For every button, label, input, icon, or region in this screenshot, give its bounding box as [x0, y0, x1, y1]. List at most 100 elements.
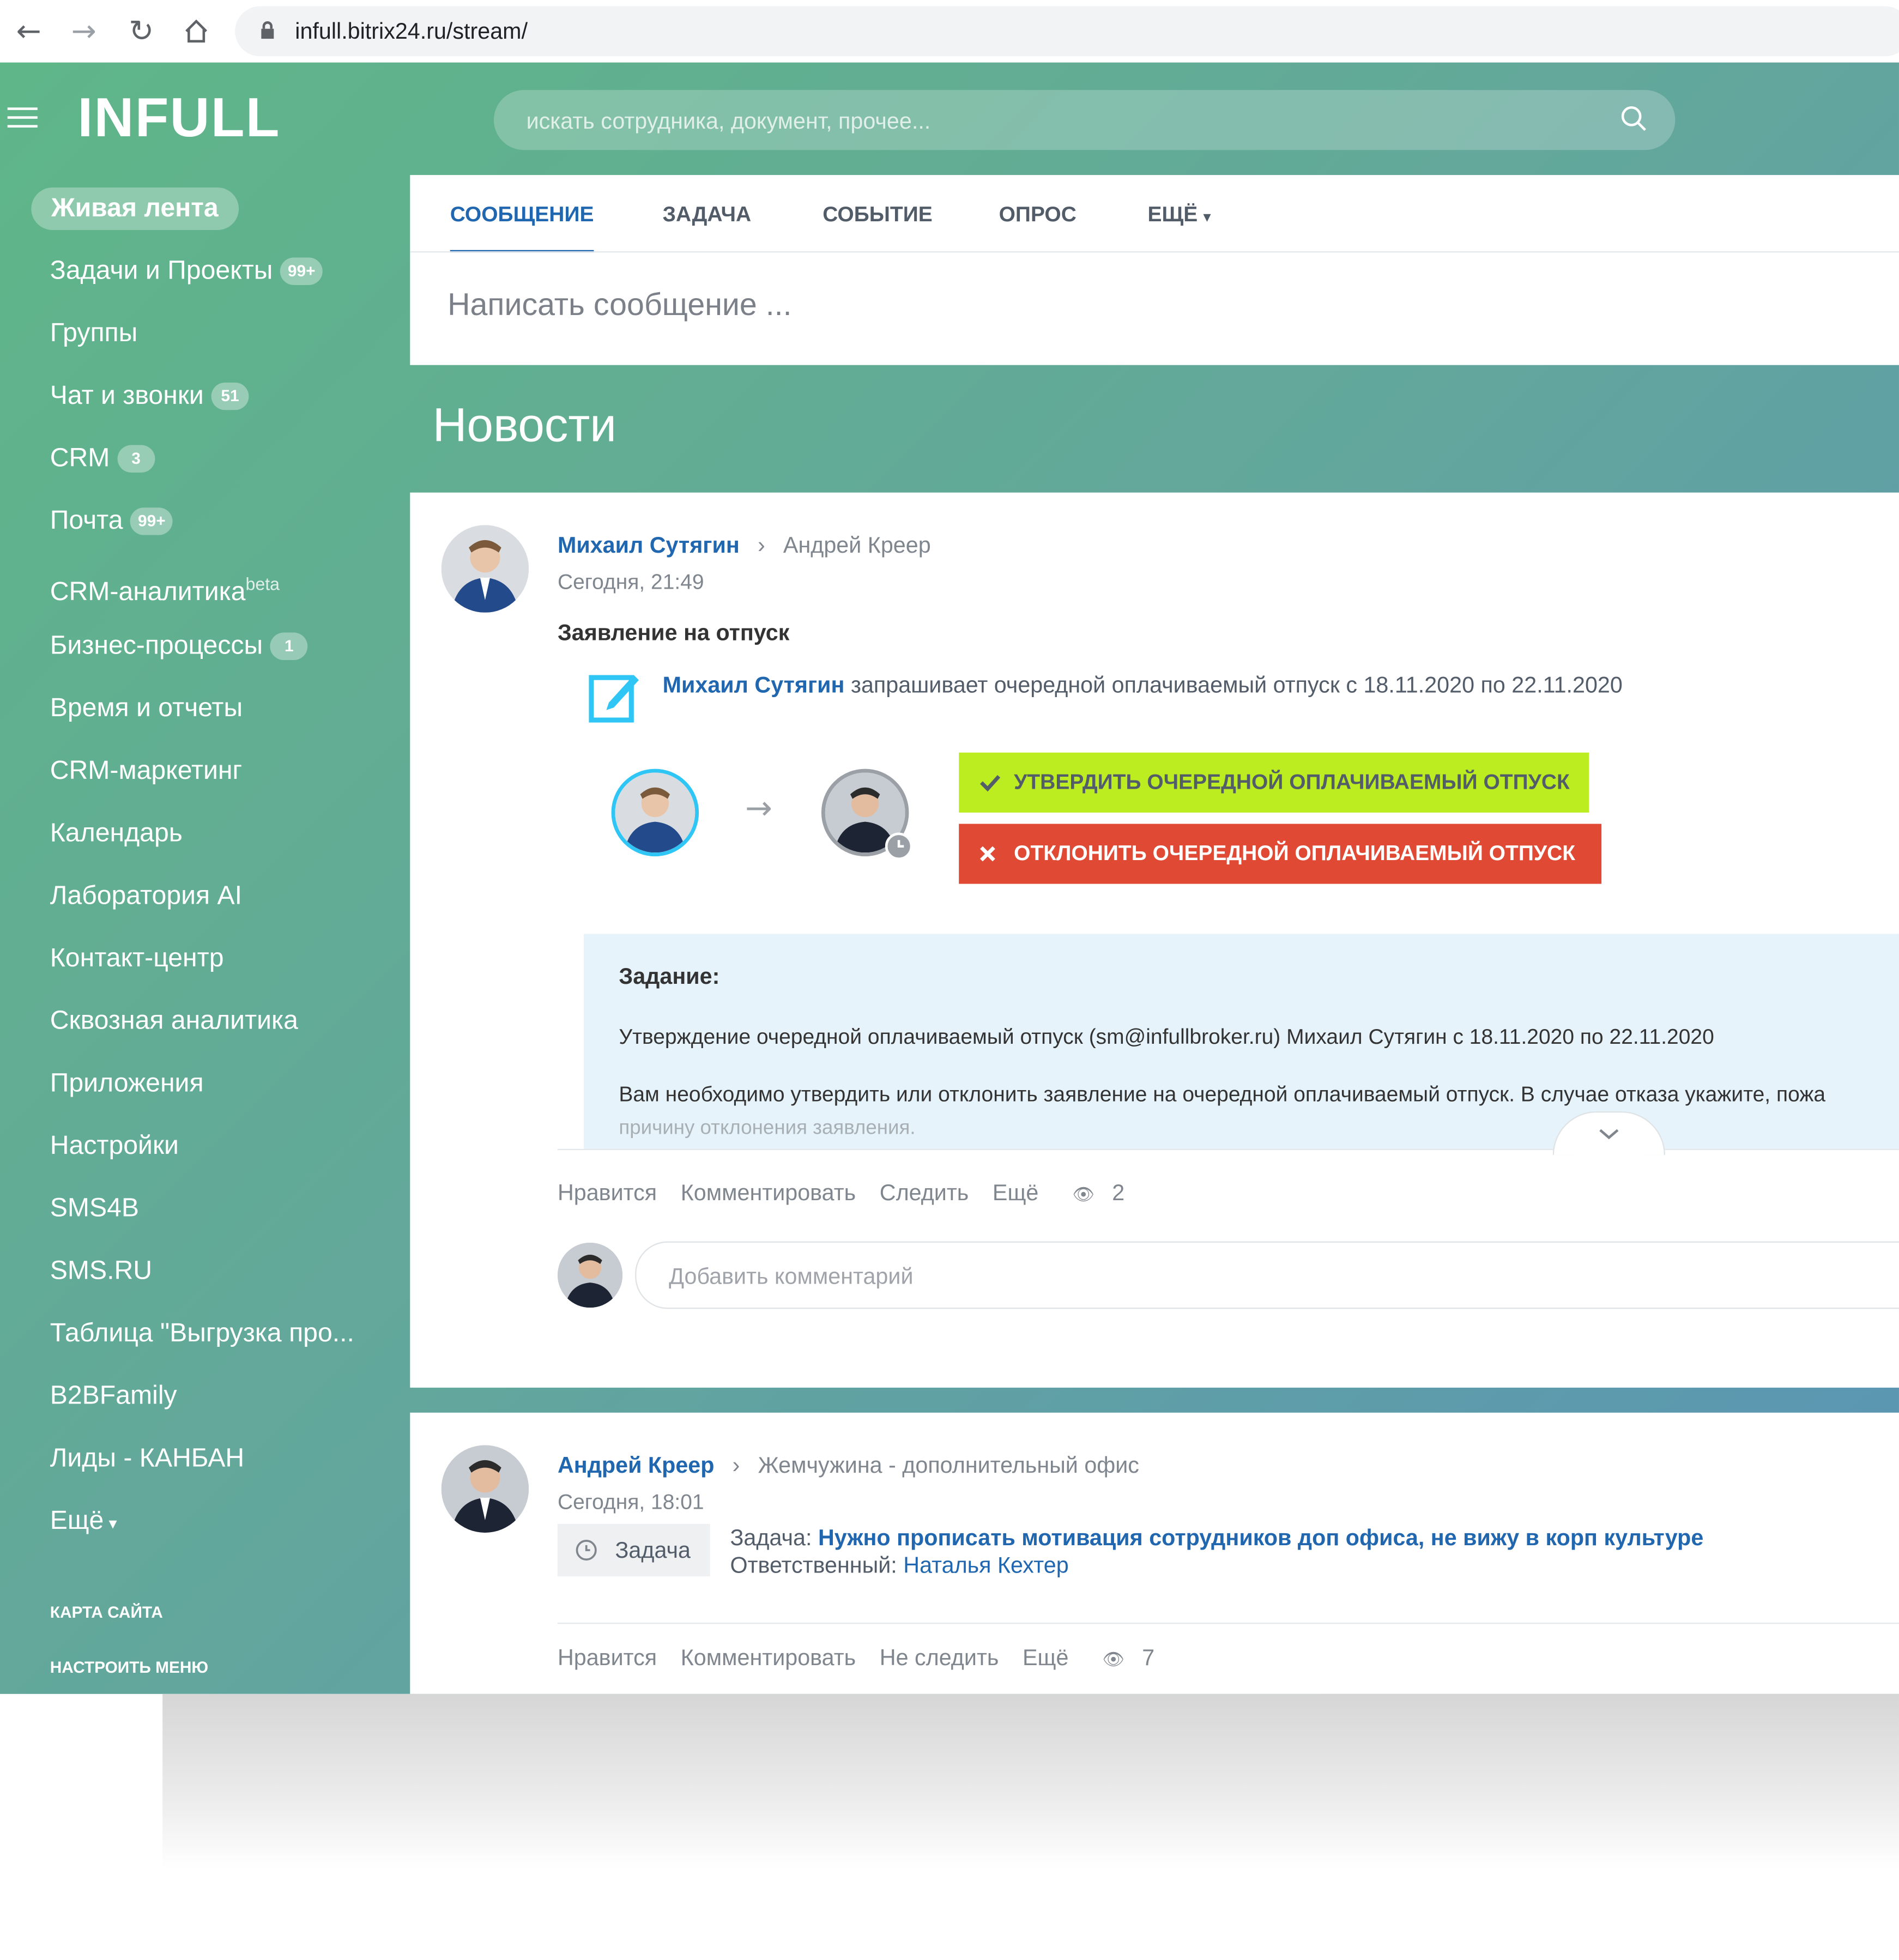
browser-toolbar: ← → ↻ infull.bitrix24.ru/stream/: [0, 0, 1899, 64]
tab-more[interactable]: ЕЩЁ ▾: [1148, 197, 1211, 275]
recipient-link[interactable]: Андрей Креер: [783, 533, 931, 558]
menu-icon[interactable]: [7, 107, 38, 130]
task-text: Утверждение очередной оплачиваемый отпус…: [619, 1025, 1714, 1049]
message-input[interactable]: Написать сообщение ...: [447, 288, 791, 324]
clock-icon: [885, 832, 913, 860]
avatar[interactable]: [441, 1445, 529, 1533]
like-button[interactable]: Нравится: [558, 1645, 657, 1670]
follow-button[interactable]: Следить: [880, 1180, 969, 1205]
tab-event[interactable]: СОБЫТИЕ: [823, 197, 933, 275]
avatar[interactable]: [441, 525, 529, 613]
post-actions: Нравится Комментировать Следить Ещё 👁 2: [558, 1180, 1142, 1206]
post-header: Андрей Креер › Жемчужина - дополнительны…: [558, 1453, 1139, 1479]
reload-icon[interactable]: ↻: [123, 10, 160, 52]
task-label: Задание:: [619, 964, 720, 989]
counter-badge: 51: [211, 383, 249, 411]
post-title: Заявление на отпуск: [557, 620, 790, 645]
comment-box: [635, 1241, 1899, 1310]
views-count: 7: [1142, 1645, 1155, 1671]
chevron-down-icon: ▾: [1203, 210, 1211, 225]
search-input[interactable]: [524, 90, 1604, 153]
responsible-line: Ответственный: Наталья Кехтер: [730, 1552, 1069, 1578]
chevron-down-icon: [1599, 1129, 1619, 1140]
request-author-link[interactable]: Михаил Сутягин: [663, 673, 845, 698]
current-user-avatar[interactable]: [557, 1242, 623, 1308]
more-button[interactable]: Ещё: [1023, 1645, 1068, 1670]
counter-badge: 3: [117, 445, 155, 474]
counter-badge: 1: [270, 633, 308, 661]
sidebar-item-tasks[interactable]: Задачи и Проекты 99+: [50, 250, 323, 293]
counter-badge: 99+: [280, 258, 323, 286]
responsible-link[interactable]: Наталья Кехтер: [903, 1553, 1068, 1578]
task-line: Задача: Нужно прописать мотивация сотруд…: [730, 1525, 1704, 1551]
comment-button[interactable]: Комментировать: [681, 1645, 856, 1670]
views-count: 2: [1112, 1180, 1125, 1206]
tab-poll[interactable]: ОПРОС: [999, 197, 1076, 275]
counter-badge: 99+: [130, 508, 173, 536]
app-background: INFULL Живая лента Задачи и Проекты99+ Г…: [0, 62, 1899, 1694]
like-button[interactable]: Нравится: [558, 1180, 657, 1205]
tab-message[interactable]: СООБЩЕНИЕ: [450, 197, 594, 253]
beta-label: beta: [245, 573, 280, 594]
sidebar-item-crm[interactable]: CRM 3: [50, 438, 155, 480]
back-icon[interactable]: ←: [10, 10, 47, 52]
left-menu: Живая лента Задачи и Проекты 99+ Группы Ч…: [0, 175, 410, 1694]
sidebar-item-leads-kanban[interactable]: Лиды - КАНБАН: [50, 1438, 244, 1480]
task-description: Задание: Утверждение очередной оплачивае…: [584, 934, 1899, 1149]
author-link[interactable]: Михаил Сутягин: [558, 533, 740, 558]
home-icon[interactable]: [178, 10, 215, 52]
sidebar-item-crm-analytics[interactable]: CRM-аналитикаbeta: [50, 562, 280, 607]
address-bar[interactable]: infull.bitrix24.ru/stream/: [235, 6, 1899, 57]
comment-button[interactable]: Комментировать: [681, 1180, 856, 1205]
decline-button[interactable]: ОТКЛОНИТЬ ОЧЕРЕДНОЙ ОПЛАЧИВАЕМЫЙ ОТПУСК: [959, 824, 1602, 884]
eye-icon: 👁: [1102, 1650, 1125, 1671]
task-link[interactable]: Нужно прописать мотивация сотрудников до…: [818, 1525, 1703, 1550]
chevron-right-icon: ›: [732, 1453, 740, 1478]
feed-title: Новости: [432, 400, 616, 453]
configure-menu-link[interactable]: НАСТРОИТЬ МЕНЮ: [50, 1657, 208, 1676]
sitemap-link[interactable]: КАРТА САЙТА: [50, 1602, 163, 1621]
sidebar-item-calendar[interactable]: Календарь: [50, 813, 183, 855]
sidebar-item-groups[interactable]: Группы: [50, 312, 138, 355]
divider: [557, 1623, 1899, 1624]
more-button[interactable]: Ещё: [993, 1180, 1038, 1205]
sidebar-item-export-table[interactable]: Таблица "Выгрузка про...: [50, 1312, 354, 1355]
search-bar: [493, 90, 1676, 153]
author-link[interactable]: Андрей Креер: [558, 1453, 715, 1478]
sidebar-item-sms4b[interactable]: SMS4B: [50, 1188, 139, 1230]
lock-icon: [261, 21, 274, 39]
feed-post: Андрей Креер › Жемчужина - дополнительны…: [410, 1412, 1899, 1694]
sidebar-item-contact-center[interactable]: Контакт-центр: [50, 937, 224, 980]
sidebar-item-live-feed[interactable]: Живая лента: [31, 187, 239, 231]
eye-icon: 👁: [1072, 1185, 1095, 1206]
sidebar-item-business-processes[interactable]: Бизнес-процессы 1: [50, 625, 308, 668]
task-text: причину отклонения заявления.: [619, 1117, 916, 1139]
feed-post: Михаил Сутягин › Андрей Креер Сегодня, 2…: [410, 492, 1899, 1388]
comment-input[interactable]: [666, 1242, 1797, 1310]
tab-task[interactable]: ЗАДАЧА: [663, 197, 752, 275]
forward-icon[interactable]: →: [65, 10, 102, 52]
task-tag[interactable]: Задача: [557, 1523, 710, 1577]
request-text: запрашивает очередной оплачиваемый отпус…: [851, 672, 1623, 698]
recipient-link[interactable]: Жемчужина - дополнительный офис: [758, 1453, 1139, 1478]
sidebar-item-settings[interactable]: Настройки: [50, 1125, 179, 1167]
clock-icon: [576, 1540, 597, 1561]
sidebar-item-smsru[interactable]: SMS.RU: [50, 1250, 152, 1293]
search-icon[interactable]: [1620, 105, 1648, 132]
sidebar-item-applications[interactable]: Приложения: [50, 1063, 204, 1105]
sidebar-item-time-reports[interactable]: Время и отчеты: [50, 687, 243, 730]
sidebar-item-mail[interactable]: Почта 99+: [50, 500, 173, 542]
sidebar-item-ai-lab[interactable]: Лаборатория AI: [50, 875, 242, 918]
divider: [410, 251, 1899, 253]
request-line: Михаил Сутягин запрашивает очередной опл…: [663, 673, 1623, 699]
url-text: infull.bitrix24.ru/stream/: [295, 19, 528, 44]
sidebar-item-crm-marketing[interactable]: CRM-маркетинг: [50, 750, 242, 793]
approve-button[interactable]: УТВЕРДИТЬ ОЧЕРЕДНОЙ ОПЛАЧИВАЕМЫЙ ОТПУСК: [959, 752, 1589, 813]
requester-avatar[interactable]: [611, 769, 699, 857]
post-time: Сегодня, 21:49: [557, 570, 704, 594]
sidebar-item-chat[interactable]: Чат и звонки 51: [50, 375, 249, 418]
unfollow-button[interactable]: Не следить: [880, 1645, 999, 1670]
sidebar-item-b2bfamily[interactable]: B2BFamily: [50, 1375, 177, 1418]
sidebar-item-more[interactable]: Ещё ▾: [50, 1500, 117, 1542]
sidebar-item-end-to-end-analytics[interactable]: Сквозная аналитика: [50, 1000, 298, 1043]
